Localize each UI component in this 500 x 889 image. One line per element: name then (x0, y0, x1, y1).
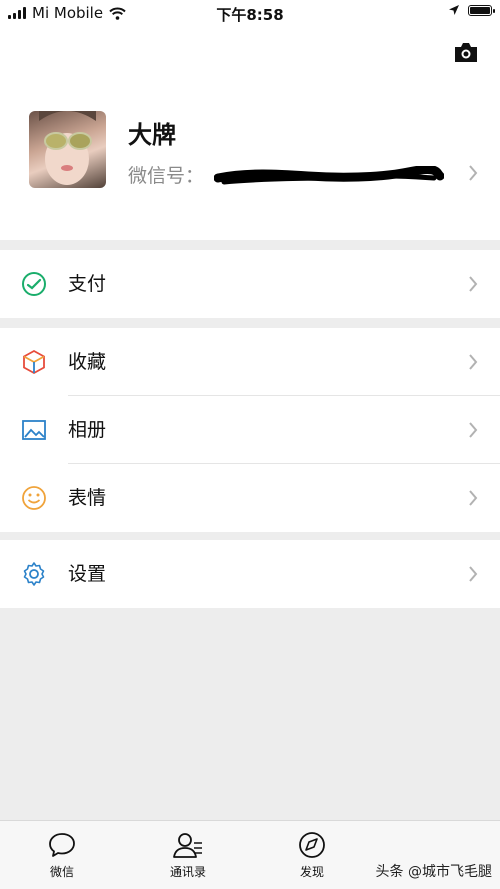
profile-card[interactable]: 大牌 微信号： (0, 26, 500, 240)
menu-label-album: 相册 (68, 419, 107, 441)
compass-icon (299, 832, 325, 858)
settings-section: 设置 (0, 540, 500, 608)
chevron-right-icon (469, 566, 478, 582)
chevron-right-icon (469, 490, 478, 506)
avatar[interactable] (29, 111, 106, 188)
tab-discover[interactable]: 发现 (272, 831, 352, 880)
pay-section: 支付 (0, 250, 500, 318)
menu-item-stickers[interactable]: 表情 (0, 464, 500, 532)
status-right (448, 4, 495, 16)
tab-contacts[interactable]: 通讯录 (148, 831, 228, 880)
avatar-image (39, 111, 96, 185)
menu-item-album[interactable]: 相册 (0, 396, 500, 464)
smiley-stickers-icon (22, 486, 46, 510)
menu-label-favorites: 收藏 (68, 351, 107, 373)
menu-item-favorites[interactable]: 收藏 (0, 328, 500, 396)
menu-label-pay: 支付 (68, 273, 107, 295)
chevron-right-icon (469, 354, 478, 370)
menu-item-settings[interactable]: 设置 (0, 540, 500, 608)
tab-chats[interactable]: 微信 (22, 831, 102, 880)
camera-icon[interactable] (453, 41, 479, 63)
status-time: 下午8:58 (216, 6, 284, 24)
menu-label-stickers: 表情 (68, 487, 107, 509)
chevron-right-icon (469, 276, 478, 292)
menu-item-pay[interactable]: 支付 (0, 250, 500, 318)
profile-name: 大牌 (128, 121, 176, 149)
redaction-scribble (214, 166, 444, 185)
picture-album-icon (22, 420, 46, 440)
watermark: 头条 @城市飞毛腿 (375, 864, 492, 880)
chat-icon (49, 833, 75, 857)
menu-label-settings: 设置 (68, 563, 107, 585)
tab-bar: 微信 通讯录 发现 头条 @城市飞毛腿 (0, 820, 500, 889)
tab-label: 发现 (299, 865, 324, 879)
gear-icon (23, 562, 45, 586)
status-bar: Mi Mobile 下午8:58 (0, 0, 500, 26)
contacts-icon (173, 833, 202, 858)
battery-icon (468, 4, 495, 16)
tools-section: 收藏 相册 表情 (0, 328, 500, 532)
tab-label: 微信 (49, 865, 74, 879)
cube-favorites-icon (23, 349, 45, 375)
tab-label: 通讯录 (169, 865, 206, 879)
chevron-right-icon (469, 165, 478, 181)
chevron-right-icon (469, 422, 478, 438)
wallet-pay-icon (22, 272, 46, 296)
location-arrow-icon (449, 5, 459, 15)
